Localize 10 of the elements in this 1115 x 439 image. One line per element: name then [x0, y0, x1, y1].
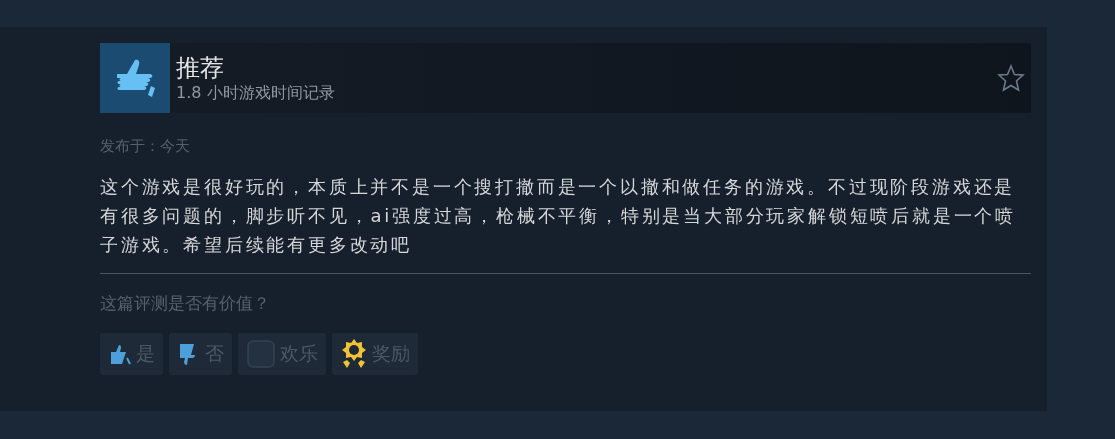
posted-date: 发布于：今天 — [100, 137, 191, 156]
playtime-text: 1.8 小时游戏时间记录 — [176, 83, 336, 103]
review-text: 这个游戏是很好玩的，本质上并不是一个搜打撤而是一个以撤和做任务的游戏。不过现阶段游戏还是有很多问题的，脚步听不见，ai强度过高，枪械不平衡，特别是当大部分玩家解锁短喷后就是一个喷子游戏。希望后续能有更多改动吧 — [100, 175, 1018, 257]
star-icon[interactable] — [997, 64, 1025, 92]
helpful-question: 这篇评测是否有价值？ — [100, 292, 271, 315]
thumbs-up-icon — [100, 43, 170, 113]
blank-icon — [246, 339, 276, 369]
award-icon — [340, 338, 368, 370]
thumbs-up-icon — [108, 342, 132, 366]
review-verdict: 推荐 — [176, 53, 225, 83]
